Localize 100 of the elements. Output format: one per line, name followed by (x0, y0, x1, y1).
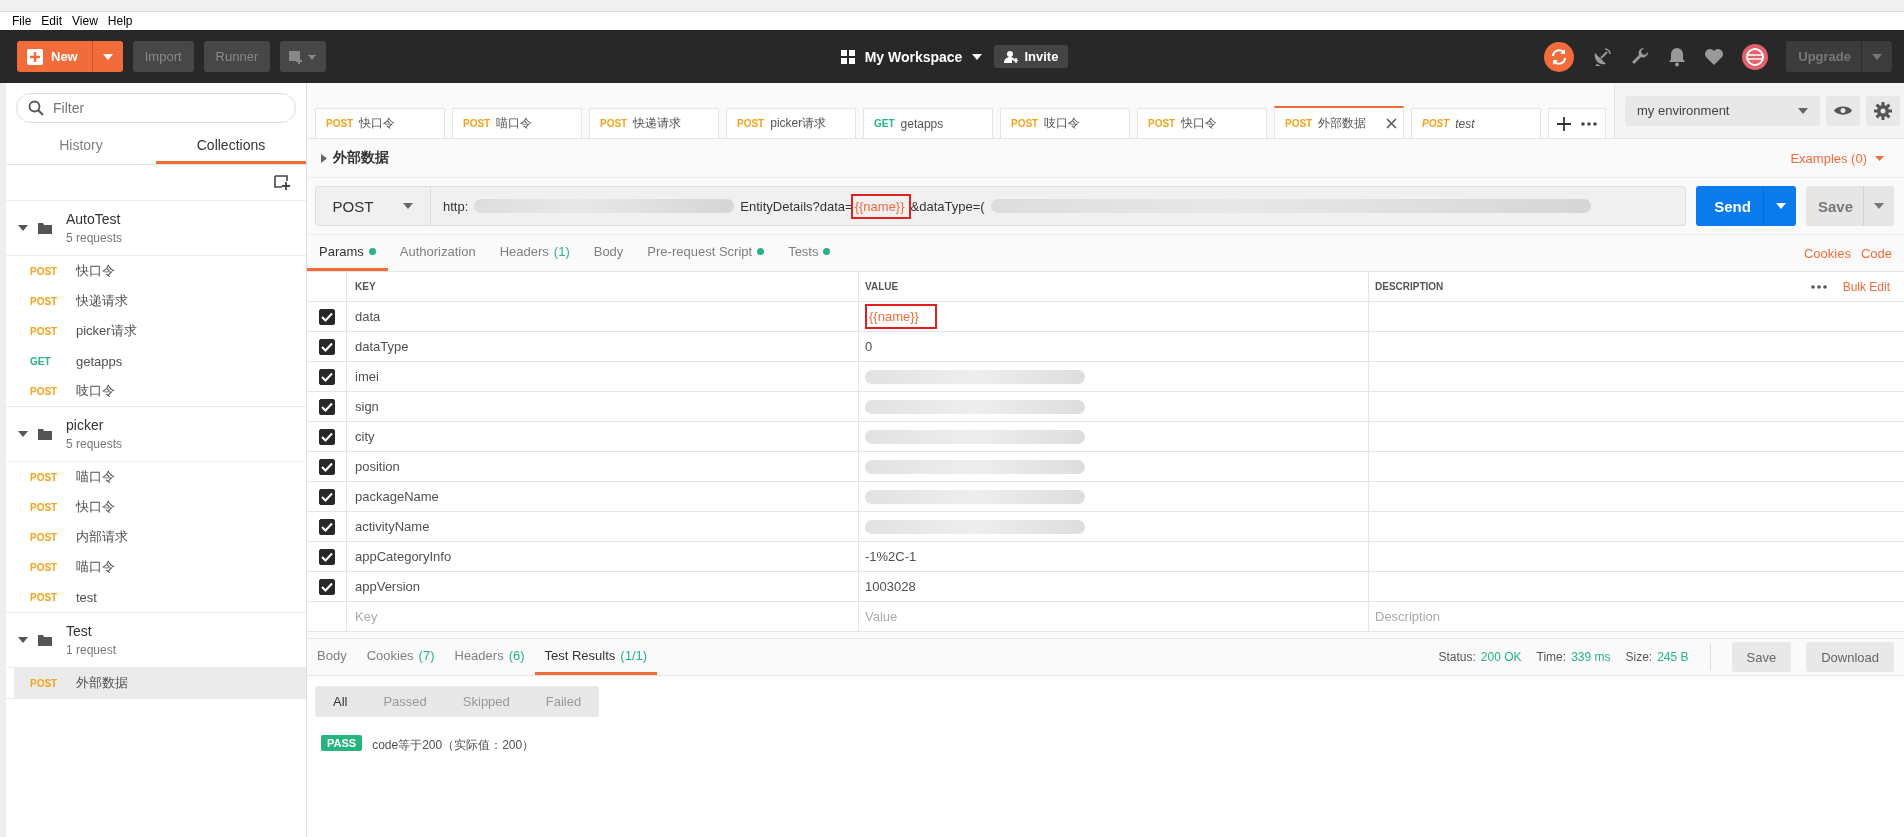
sync-icon[interactable] (1544, 41, 1575, 72)
request-section-tab[interactable]: Authorization (387, 235, 488, 271)
stat-value: 339 ms (1571, 650, 1611, 664)
plus-icon (27, 48, 43, 65)
request-tab[interactable]: POST 吱口令 (1000, 108, 1130, 138)
add-user-icon (1004, 49, 1019, 64)
key-field[interactable]: Key (355, 609, 808, 624)
request-tab[interactable]: POST 快口令 (315, 108, 445, 138)
checkbox[interactable] (318, 458, 335, 475)
sidebar-request[interactable]: POST 吱口令 (6, 376, 306, 406)
new-collection-icon[interactable] (274, 175, 290, 190)
checkbox[interactable] (318, 548, 335, 565)
save-button[interactable]: Save (1805, 186, 1894, 226)
sidebar-tab[interactable]: History (6, 129, 156, 164)
request-section-tab[interactable]: Body (581, 235, 636, 271)
workspace-selector[interactable]: My Workspace (840, 48, 983, 65)
request-section-tab[interactable]: Pre-request Script (635, 235, 777, 271)
more-icon[interactable] (1810, 284, 1827, 289)
request-tab[interactable]: POST 快递请求 (589, 108, 719, 138)
param-value[interactable]: 1003028 (865, 579, 916, 594)
checkbox[interactable] (318, 398, 335, 415)
new-window-button[interactable] (280, 41, 327, 72)
param-key[interactable]: activityName (355, 519, 430, 534)
send-button[interactable]: Send (1696, 186, 1796, 226)
request-tab[interactable]: POST 外部数据 (1274, 106, 1404, 138)
wrench-icon[interactable] (1630, 46, 1651, 67)
param-key[interactable]: appCategoryInfo (355, 549, 452, 564)
more-icon[interactable] (1581, 121, 1597, 126)
check-icon (320, 431, 333, 442)
request-tab[interactable]: POST picker请求 (726, 108, 856, 138)
sidebar-request[interactable]: POST 快口令 (6, 492, 306, 522)
sidebar-request[interactable]: POST picker请求 (6, 316, 306, 346)
bell-icon[interactable] (1668, 46, 1687, 67)
response-tab[interactable]: Cookies (7) (356, 639, 445, 675)
sidebar-request[interactable]: POST test (6, 582, 306, 612)
param-key[interactable]: position (355, 459, 400, 474)
checkbox[interactable] (318, 578, 335, 595)
invite-button[interactable]: Invite (994, 45, 1069, 68)
satellite-icon[interactable] (1592, 46, 1613, 67)
caret-icon[interactable] (18, 637, 28, 643)
param-key[interactable]: data (355, 309, 381, 324)
response-button[interactable]: Download (1806, 642, 1894, 672)
sidebar-request[interactable]: POST 外部数据 (14, 668, 306, 698)
sidebar-request[interactable]: POST 内部请求 (6, 522, 306, 552)
expand-icon[interactable] (321, 153, 327, 163)
response-tab[interactable]: Headers (6) (444, 639, 535, 675)
response-button[interactable]: Save (1731, 642, 1792, 672)
caret-icon (102, 53, 113, 60)
sidebar-request[interactable]: POST 喵口令 (6, 462, 306, 492)
close-icon[interactable] (1386, 117, 1397, 129)
param-key[interactable]: imei (355, 369, 379, 384)
menu-item[interactable]: View (72, 14, 98, 28)
stat-value: 245 B (1657, 650, 1689, 664)
search-field[interactable]: Filter (16, 93, 296, 123)
checkbox[interactable] (318, 308, 335, 325)
avatar-icon[interactable] (1742, 43, 1769, 70)
request-tab[interactable]: POST 快口令 (1137, 108, 1267, 138)
new-label: New (51, 41, 93, 72)
param-value[interactable]: -1%2C-1 (865, 549, 917, 564)
menu-item[interactable]: Help (107, 14, 133, 28)
collection-name[interactable]: AutoTest (66, 211, 123, 227)
param-key[interactable]: city (355, 429, 375, 444)
settings-button[interactable] (1866, 95, 1900, 126)
checkbox[interactable] (318, 488, 335, 505)
check-icon (320, 491, 333, 502)
filter-option[interactable]: All (315, 686, 366, 717)
sidebar-request[interactable]: POST 喵口令 (6, 552, 306, 582)
environment-dropdown[interactable]: my environment (1625, 95, 1820, 126)
eye-icon (1834, 105, 1852, 116)
caret-icon[interactable] (18, 431, 28, 437)
param-value[interactable]: 0 (865, 339, 873, 354)
param-key[interactable]: sign (355, 399, 379, 414)
request-tab[interactable]: POST test (1411, 108, 1541, 138)
checkbox[interactable] (318, 428, 335, 445)
value-field[interactable]: Value (865, 609, 1318, 624)
add-tab-icon[interactable] (1557, 116, 1571, 131)
sidebar-request[interactable]: POST 快口令 (6, 256, 306, 286)
checkbox[interactable] (318, 368, 335, 385)
checkbox[interactable] (318, 518, 335, 535)
request-section-tab[interactable]: Headers (1) (487, 235, 582, 271)
checkbox[interactable] (318, 338, 335, 355)
request-section-tab[interactable]: Tests (776, 235, 843, 271)
collection-name[interactable]: Test (66, 623, 117, 639)
param-key[interactable]: appVersion (355, 579, 421, 594)
menu-item[interactable]: Edit (41, 14, 63, 28)
request-count: 5 requests (66, 231, 123, 245)
menu-item[interactable]: File (12, 14, 32, 28)
heart-icon[interactable] (1704, 47, 1725, 66)
sidebar-request[interactable]: POST 快递请求 (6, 286, 306, 316)
caret-icon[interactable] (18, 225, 28, 231)
request-tab[interactable]: POST 喵口令 (452, 108, 582, 138)
param-key[interactable]: packageName (355, 489, 439, 504)
request-tab[interactable]: GET getapps (863, 108, 993, 138)
column-header: VALUE (859, 272, 1369, 301)
eye-button[interactable] (1826, 95, 1860, 126)
response-tab[interactable]: Body (307, 639, 357, 675)
sidebar-request[interactable]: GET getapps (6, 346, 306, 376)
description-field[interactable]: Description (1375, 609, 1852, 624)
collection-name[interactable]: picker (66, 417, 123, 433)
param-key[interactable]: dataType (355, 339, 409, 354)
